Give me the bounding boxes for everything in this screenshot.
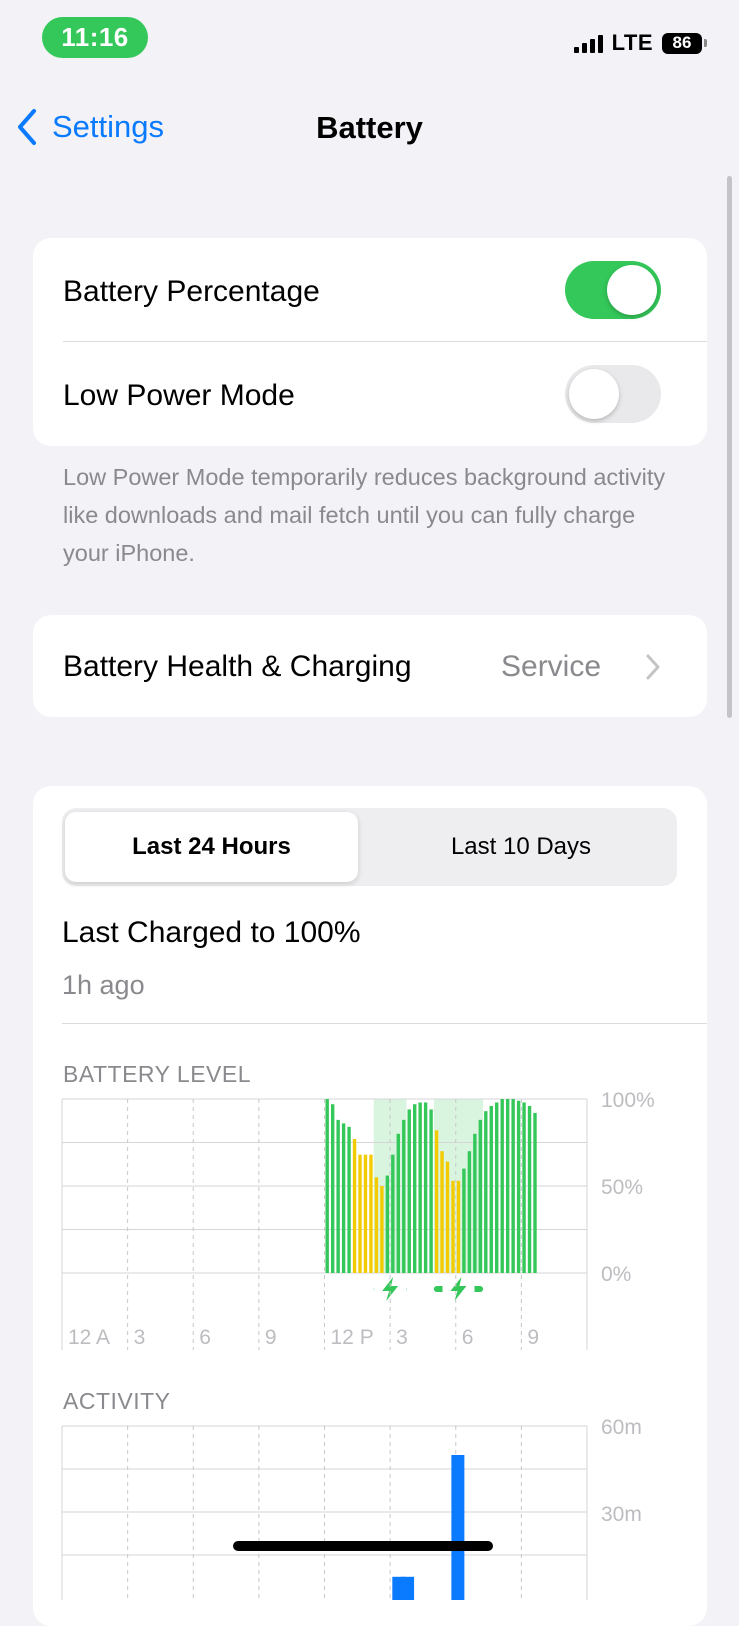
activity-bar [401,1576,415,1600]
activity-chart: 60m 30m [61,1416,642,1600]
activity-y-tick-label: 30m [601,1503,642,1526]
activity-bar [451,1455,465,1600]
activity-y-tick-label: 60m [601,1416,642,1439]
home-indicator[interactable] [233,1541,493,1551]
